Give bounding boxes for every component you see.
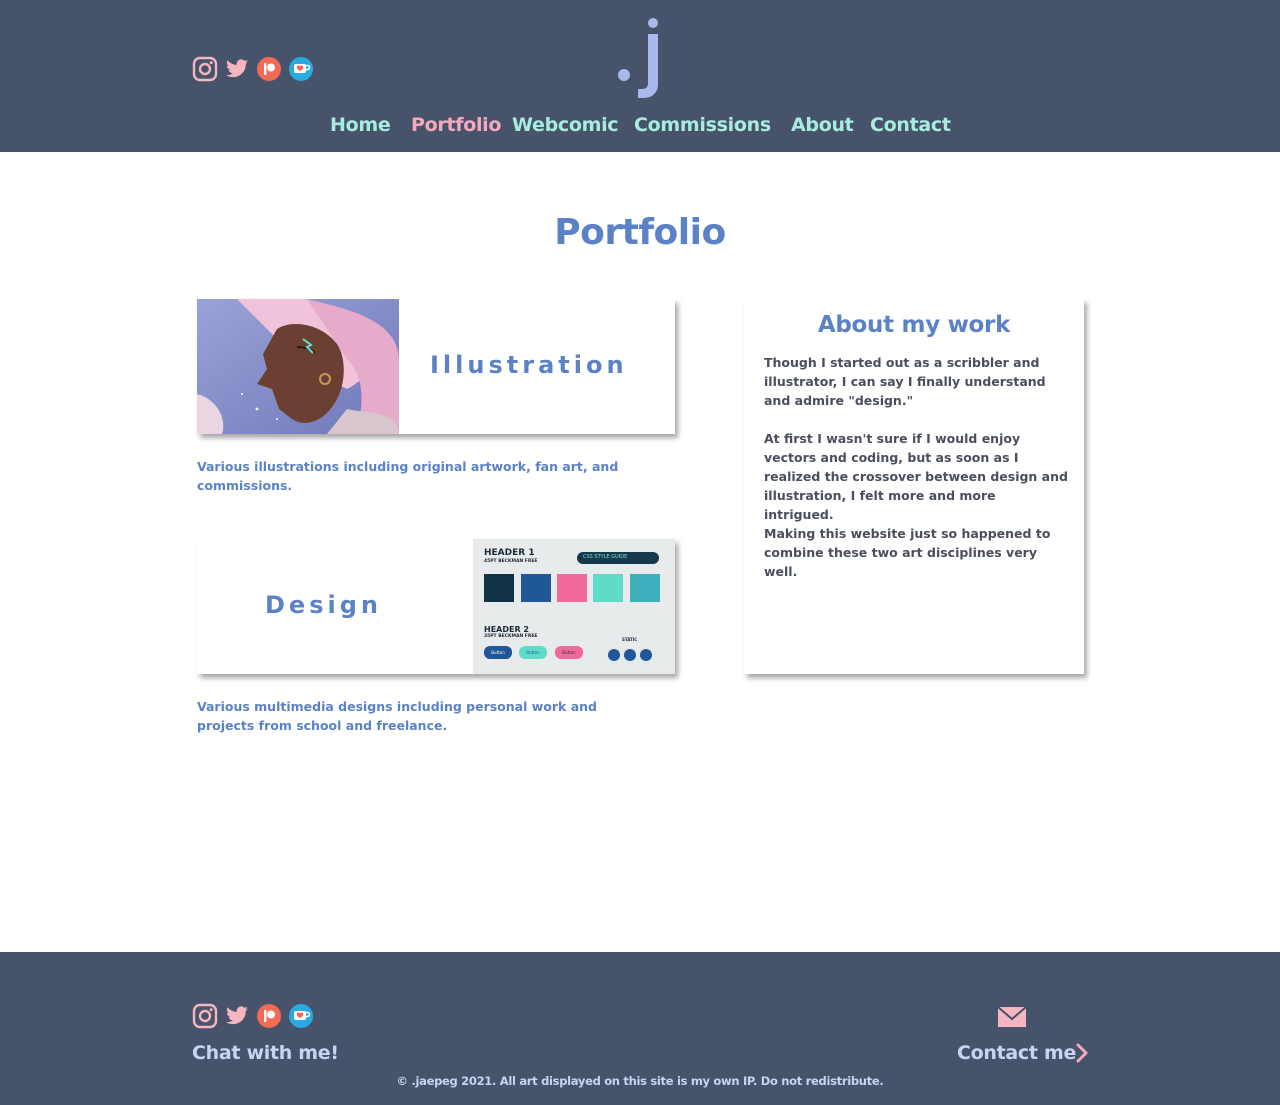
illustration-card[interactable]: Illustration [197, 299, 675, 434]
design-label: Design [265, 591, 382, 619]
about-title: About my work [817, 312, 1011, 338]
style-guide-header1: HEADER 1 [484, 548, 535, 558]
design-thumbnail: HEADER 1 45PT BECKMAN FREE CSS STYLE GUI… [473, 539, 675, 674]
nav-home[interactable]: Home [330, 114, 391, 136]
main-nav: Home Portfolio Webcomic Commissions Abou… [0, 114, 1280, 142]
nav-contact[interactable]: Contact [870, 114, 951, 136]
illustration-thumbnail [197, 299, 399, 434]
kofi-icon[interactable] [288, 56, 314, 82]
style-guide-header1-sub: 45PT BECKMAN FREE [484, 559, 538, 564]
design-card[interactable]: Design HEADER 1 45PT BECKMAN FREE CSS ST… [197, 539, 675, 674]
instagram-icon[interactable] [192, 1003, 218, 1029]
mail-icon[interactable] [997, 1006, 1027, 1028]
sample-social-email-icon [640, 649, 652, 661]
chat-with-me-text: Chat with me! [192, 1042, 339, 1064]
site-header: Home Portfolio Webcomic Commissions Abou… [0, 0, 1280, 152]
nav-about[interactable]: About [791, 114, 854, 136]
about-paragraph: At first I wasn't sure if I would enjoy … [764, 431, 1068, 522]
site-footer: Chat with me! Contact me © .jaepeg 2021.… [0, 952, 1280, 1105]
nav-commissions[interactable]: Commissions [634, 114, 771, 136]
page-title: Portfolio [554, 212, 726, 253]
patreon-icon[interactable] [256, 1003, 282, 1029]
style-guide-header2-sub: 35PT BECKMAN FREE [484, 634, 538, 639]
site-logo[interactable] [612, 12, 672, 102]
swatch-pink [557, 574, 587, 602]
about-paragraph: Though I started out as a scribbler and … [764, 355, 1046, 408]
sample-button-mint: Button [519, 646, 547, 659]
header-social-links [192, 56, 314, 82]
sample-social-twitter-icon [608, 649, 620, 661]
illustration-label: Illustration [430, 351, 628, 379]
about-my-work-card: About my work Though I started out as a … [744, 299, 1084, 674]
sample-button-pink: Button [555, 646, 583, 659]
contact-me-link[interactable]: Contact me [957, 1042, 1076, 1064]
patreon-icon[interactable] [256, 56, 282, 82]
copyright-text: © .jaepeg 2021. All art displayed on thi… [396, 1074, 884, 1088]
style-guide-header2: HEADER 2 [484, 625, 529, 634]
twitter-icon[interactable] [224, 56, 250, 82]
design-description: Various multimedia designs including per… [197, 699, 597, 733]
nav-portfolio[interactable]: Portfolio [411, 114, 501, 136]
swatch-blue [521, 574, 551, 602]
swatch-mint [593, 574, 623, 602]
nav-webcomic[interactable]: Webcomic [512, 114, 619, 136]
kofi-icon[interactable] [288, 1003, 314, 1029]
illustration-description: Various illustrations including original… [197, 459, 619, 493]
twitter-icon[interactable] [224, 1003, 250, 1029]
swatch-teal [630, 574, 660, 602]
instagram-icon[interactable] [192, 56, 218, 82]
style-guide-banner: CSS STYLE GUIDE [577, 552, 659, 564]
about-paragraph: Making this website just so happened to … [764, 526, 1051, 579]
swatch-navy [484, 574, 514, 602]
chevron-right-icon[interactable] [1074, 1042, 1090, 1064]
style-guide-static: STATIC [622, 637, 638, 642]
sample-social-instagram-icon [624, 649, 636, 661]
sample-button-blue: Button [484, 646, 512, 659]
footer-social-links [192, 1003, 314, 1029]
